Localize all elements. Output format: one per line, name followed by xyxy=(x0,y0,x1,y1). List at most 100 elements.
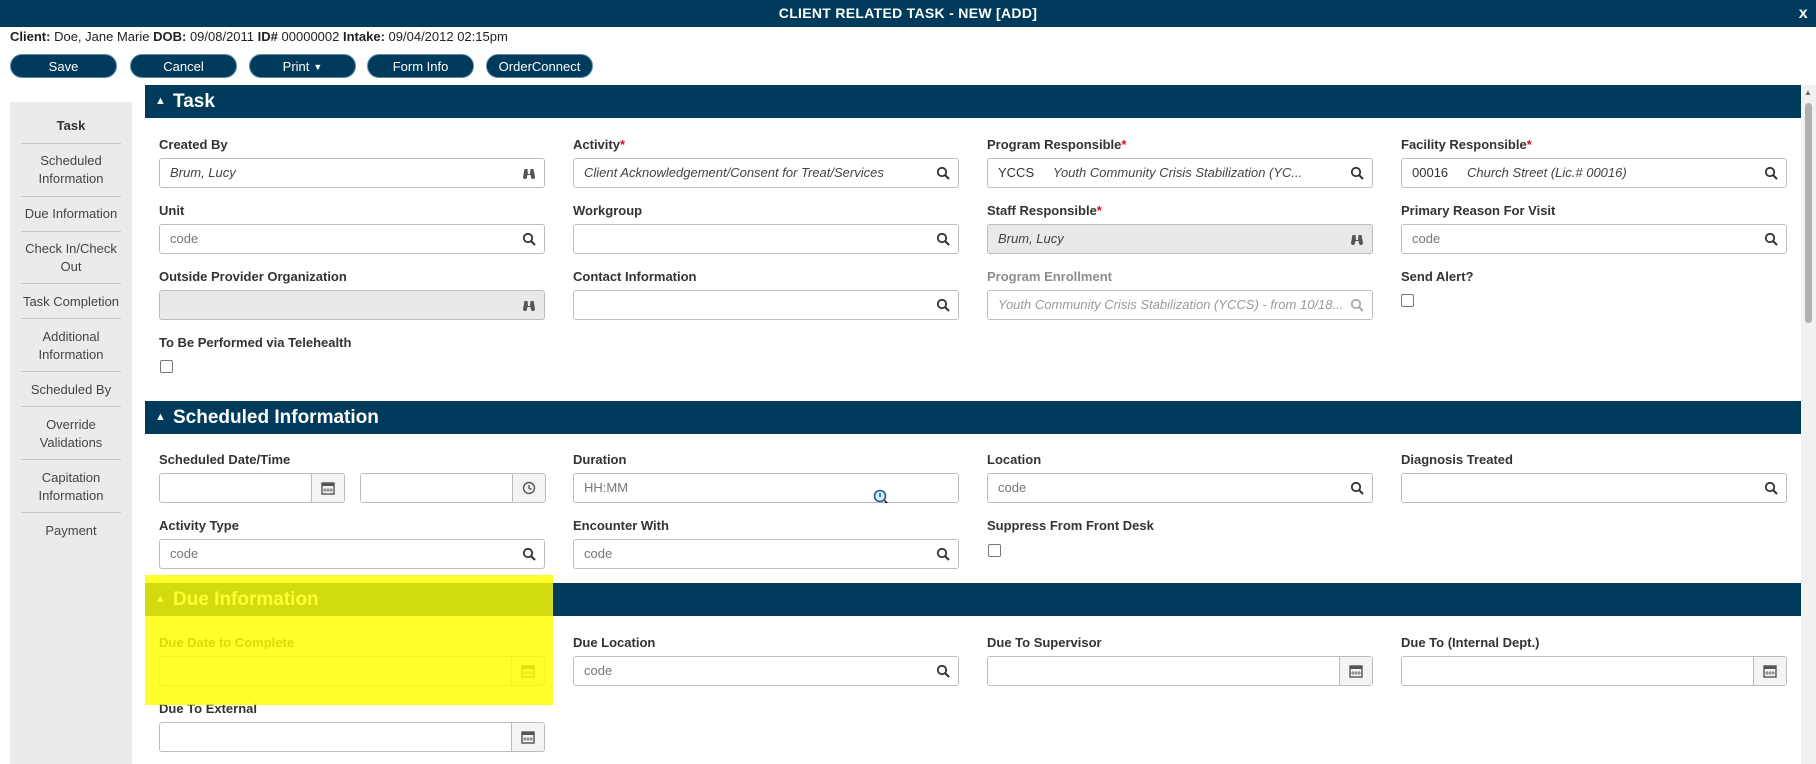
calendar-icon xyxy=(1349,665,1363,678)
send-alert-label: Send Alert? xyxy=(1401,269,1474,284)
search-icon[interactable] xyxy=(1350,481,1364,495)
search-icon[interactable] xyxy=(1350,166,1364,180)
scheduled-date-time-label: Scheduled Date/Time xyxy=(159,452,291,467)
clock-button[interactable] xyxy=(512,474,545,502)
suppress-front-desk-checkbox[interactable] xyxy=(988,544,1001,557)
task-section-header[interactable]: ▲ Task xyxy=(145,85,1801,118)
staff-responsible-field[interactable]: Brum, Lucy xyxy=(987,224,1373,254)
nav-divider xyxy=(21,231,121,232)
print-button[interactable]: Print ▼ xyxy=(249,54,356,78)
binoculars-icon[interactable] xyxy=(1350,232,1364,246)
nav-item-override-validations[interactable]: Override Validations xyxy=(21,416,121,452)
calendar-button[interactable] xyxy=(1753,657,1786,685)
search-icon[interactable] xyxy=(936,298,950,312)
due-supervisor-field[interactable] xyxy=(987,656,1373,686)
search-icon[interactable] xyxy=(936,664,950,678)
calendar-button[interactable] xyxy=(311,474,344,502)
program-enrollment-field[interactable]: Youth Community Crisis Stabilization (YC… xyxy=(987,290,1373,320)
scheduled-section-header[interactable]: ▲ Scheduled Information xyxy=(145,401,1801,434)
search-icon[interactable] xyxy=(936,547,950,561)
staff-responsible-label: Staff Responsible* xyxy=(987,203,1102,218)
client-name: Doe, Jane Marie xyxy=(54,29,150,44)
diagnosis-treated-field[interactable] xyxy=(1401,473,1787,503)
workgroup-field[interactable] xyxy=(573,224,959,254)
nav-item-task[interactable]: Task xyxy=(21,117,121,135)
scheduled-time-field[interactable] xyxy=(360,473,546,503)
program-responsible-field[interactable]: YCCS Youth Community Crisis Stabilizatio… xyxy=(987,158,1373,188)
window-title-bar: CLIENT RELATED TASK - NEW [ADD] x xyxy=(0,0,1816,27)
order-connect-button[interactable]: OrderConnect xyxy=(486,54,593,78)
due-section-header[interactable]: ▲ Due Information xyxy=(145,583,1801,616)
nav-item-additional-information[interactable]: Additional Information xyxy=(21,328,121,364)
search-icon[interactable] xyxy=(936,232,950,246)
duration-field[interactable]: HH:MM xyxy=(573,473,959,503)
workgroup-label: Workgroup xyxy=(573,203,643,218)
calendar-icon xyxy=(321,482,335,495)
scrollbar-thumb[interactable] xyxy=(1805,103,1812,323)
nav-item-task-completion[interactable]: Task Completion xyxy=(21,293,121,311)
outside-provider-field[interactable] xyxy=(159,290,545,320)
location-field[interactable]: code xyxy=(987,473,1373,503)
scroll-up-icon[interactable]: ▲ xyxy=(1804,88,1812,97)
calendar-button[interactable] xyxy=(511,723,544,751)
vertical-scrollbar[interactable]: ▲ xyxy=(1801,85,1816,764)
activity-value: Client Acknowledgement/Consent for Treat… xyxy=(584,165,884,180)
search-icon[interactable] xyxy=(522,232,536,246)
scheduled-date-field[interactable] xyxy=(159,473,345,503)
location-placeholder: code xyxy=(998,480,1027,495)
search-icon[interactable] xyxy=(1764,166,1778,180)
nav-item-payment[interactable]: Payment xyxy=(21,522,121,540)
search-icon[interactable] xyxy=(1350,298,1364,312)
duration-label: Duration xyxy=(573,452,627,467)
search-icon[interactable] xyxy=(936,166,950,180)
close-icon[interactable]: x xyxy=(1799,0,1808,27)
binoculars-icon[interactable] xyxy=(522,166,536,180)
search-icon[interactable] xyxy=(522,547,536,561)
calendar-icon xyxy=(1763,665,1777,678)
search-icon[interactable] xyxy=(1764,481,1778,495)
due-internal-field[interactable] xyxy=(1401,656,1787,686)
program-enrollment-label: Program Enrollment xyxy=(987,269,1112,284)
created-by-label: Created By xyxy=(159,137,228,152)
facility-responsible-value: Church Street (Lic.# 00016) xyxy=(1467,165,1627,180)
contact-information-field[interactable] xyxy=(573,290,959,320)
primary-reason-field[interactable]: code xyxy=(1401,224,1787,254)
id-value: 00000002 xyxy=(281,29,340,44)
id-label: ID# xyxy=(257,29,278,44)
form-info-button[interactable]: Form Info xyxy=(367,54,474,78)
activity-type-field[interactable]: code xyxy=(159,539,545,569)
section-nav: Task Scheduled Information Due Informati… xyxy=(10,102,132,764)
print-label: Print xyxy=(282,59,310,74)
encounter-with-field[interactable]: code xyxy=(573,539,959,569)
nav-item-capitation-information[interactable]: Capitation Information xyxy=(21,469,121,505)
due-external-field[interactable] xyxy=(159,722,545,752)
nav-divider xyxy=(21,371,121,372)
nav-item-due-information[interactable]: Due Information xyxy=(21,205,121,223)
dob-label: DOB: xyxy=(153,29,187,44)
calendar-button[interactable] xyxy=(1339,657,1372,685)
calendar-button[interactable] xyxy=(511,657,544,685)
activity-type-label: Activity Type xyxy=(159,518,239,533)
due-internal-label: Due To (Internal Dept.) xyxy=(1401,635,1540,650)
due-date-field[interactable] xyxy=(159,656,545,686)
facility-responsible-field[interactable]: 00016 Church Street (Lic.# 00016) xyxy=(1401,158,1787,188)
telehealth-checkbox[interactable] xyxy=(160,360,173,373)
client-label: Client: xyxy=(10,29,51,44)
search-icon[interactable] xyxy=(1764,232,1778,246)
send-alert-checkbox[interactable] xyxy=(1401,294,1414,307)
collapse-triangle-icon: ▲ xyxy=(155,411,166,423)
activity-field[interactable]: Client Acknowledgement/Consent for Treat… xyxy=(573,158,959,188)
due-location-field[interactable]: code xyxy=(573,656,959,686)
duration-placeholder: HH:MM xyxy=(584,480,629,495)
nav-item-check-in-check-out[interactable]: Check In/Check Out xyxy=(21,240,121,276)
binoculars-icon[interactable] xyxy=(522,298,536,312)
nav-item-scheduled-by[interactable]: Scheduled By xyxy=(21,381,121,399)
created-by-field[interactable]: Brum, Lucy xyxy=(159,158,545,188)
client-info-bar: Client: Doe, Jane Marie DOB: 09/08/2011 … xyxy=(10,28,508,46)
cancel-button[interactable]: Cancel xyxy=(130,54,237,78)
nav-item-scheduled-information[interactable]: Scheduled Information xyxy=(21,152,121,188)
encounter-with-placeholder: code xyxy=(584,546,613,561)
unit-field[interactable]: code xyxy=(159,224,545,254)
save-button[interactable]: Save xyxy=(10,54,117,78)
nav-divider xyxy=(21,406,121,407)
